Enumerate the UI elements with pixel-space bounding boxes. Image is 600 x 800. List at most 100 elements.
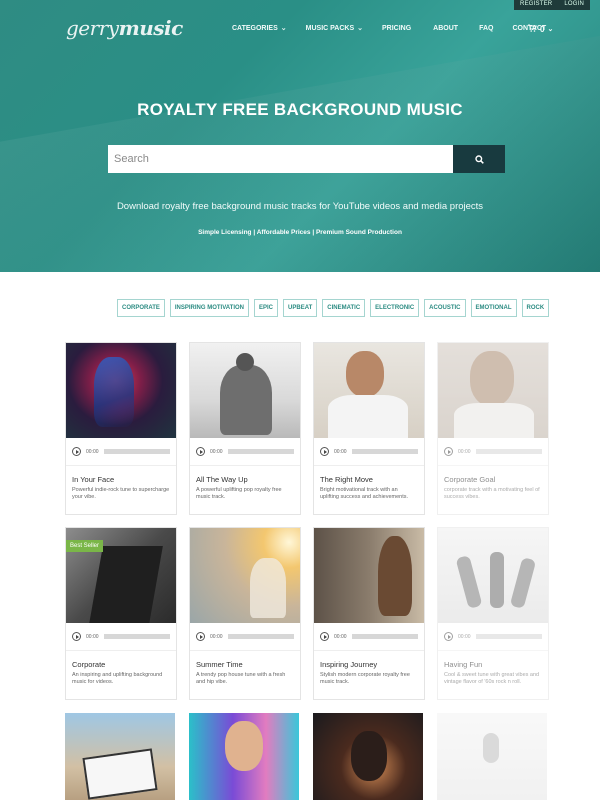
track-description: A powerful uplifting pop royalty free mu… (196, 487, 282, 501)
audio-player: 00:00 (190, 438, 300, 466)
progress-bar[interactable] (351, 634, 418, 639)
play-icon[interactable] (320, 632, 329, 641)
track-card[interactable] (65, 713, 177, 800)
search-bar (108, 145, 505, 173)
track-image[interactable] (66, 343, 176, 438)
track-card[interactable] (313, 713, 425, 800)
hero-banner: REGISTER LOGIN gerrymusic CATEGORIES ⌄ M… (0, 0, 600, 272)
track-image[interactable] (438, 528, 548, 623)
track-description: Stylish modern corporate royalty free mu… (320, 672, 410, 686)
track-title[interactable]: All The Way Up (196, 475, 294, 484)
nav-pricing-label: PRICING (382, 24, 412, 32)
cart-count: 0 (540, 24, 545, 34)
track-title[interactable]: The Right Move (320, 475, 418, 484)
search-button[interactable] (453, 145, 505, 173)
track-description: A trendy pop house tune with a fresh and… (196, 672, 286, 686)
track-image[interactable] (189, 713, 299, 800)
track-card[interactable]: 00:00 The Right Move Bright motivational… (313, 342, 425, 515)
genre-cinematic[interactable]: CINEMATIC (322, 299, 366, 317)
audio-player: 00:00 (66, 623, 176, 651)
main-nav: CATEGORIES ⌄ MUSIC PACKS ⌄ PRICING ABOUT… (232, 24, 565, 33)
track-card[interactable] (189, 713, 301, 800)
track-time: 00:00 (458, 448, 471, 455)
track-image[interactable] (438, 343, 548, 438)
progress-bar[interactable] (475, 634, 542, 639)
audio-player: 00:00 (438, 438, 548, 466)
track-image[interactable] (313, 713, 423, 800)
hero-tagline: Simple Licensing | Affordable Prices | P… (198, 229, 402, 236)
play-icon[interactable] (320, 447, 329, 456)
nav-pricing[interactable]: PRICING (382, 24, 411, 32)
track-title[interactable]: Summer Time (196, 660, 294, 669)
play-icon[interactable] (72, 447, 81, 456)
site-logo[interactable]: gerrymusic (66, 16, 183, 40)
progress-bar[interactable] (227, 634, 294, 639)
track-card[interactable]: 00:00 Inspiring Journey Stylish modern c… (313, 527, 425, 700)
track-time: 00:00 (86, 633, 99, 640)
genre-electronic[interactable]: ELECTRONIC (370, 299, 420, 317)
play-icon[interactable] (444, 447, 453, 456)
genre-upbeat[interactable]: UPBEAT (283, 299, 318, 317)
track-card[interactable]: 00:00 All The Way Up A powerful upliftin… (189, 342, 301, 515)
track-description: An inspiring and uplifting background mu… (72, 672, 163, 686)
track-image[interactable] (437, 713, 547, 800)
track-card[interactable]: 00:00 In Your Face Powerful indie-rock t… (65, 342, 177, 515)
nav-categories[interactable]: CATEGORIES ⌄ (232, 24, 287, 33)
track-title[interactable]: Inspiring Journey (320, 660, 418, 669)
track-time: 00:00 (86, 448, 99, 455)
best-seller-badge: Best Seller (66, 540, 104, 552)
chevron-down-icon: ⌄ (547, 26, 554, 33)
track-card[interactable]: 00:00 Having Fun Cool & sweet tune with … (437, 527, 549, 700)
search-icon (474, 152, 484, 167)
nav-about[interactable]: ABOUT (433, 24, 458, 32)
track-description: Bright motivational track with an uplift… (320, 487, 409, 501)
track-description: Powerful indie-rock tune to supercharge … (72, 487, 170, 501)
nav-music-packs-label: MUSIC PACKS (305, 24, 355, 32)
nav-faq-label: FAQ (479, 24, 494, 32)
nav-music-packs[interactable]: MUSIC PACKS ⌄ (305, 24, 363, 33)
play-icon[interactable] (196, 447, 205, 456)
play-icon[interactable] (196, 632, 205, 641)
track-title[interactable]: Having Fun (444, 660, 542, 669)
nav-faq[interactable]: FAQ (479, 24, 493, 32)
register-link[interactable]: REGISTER (514, 0, 559, 10)
track-card[interactable] (437, 713, 549, 800)
genre-emotional[interactable]: EMOTIONAL (470, 299, 517, 317)
genre-inspiring-motivation[interactable]: INSPIRING MOTIVATION (169, 299, 250, 317)
track-image[interactable] (190, 343, 300, 438)
login-link[interactable]: LOGIN (558, 0, 590, 10)
track-image[interactable] (314, 343, 424, 438)
track-image[interactable] (190, 528, 300, 623)
track-title[interactable]: Corporate (72, 660, 170, 669)
track-title[interactable]: In Your Face (72, 475, 170, 484)
genre-filters: CORPORATE INSPIRING MOTIVATION EPIC UPBE… (117, 299, 550, 317)
track-time: 00:00 (210, 448, 223, 455)
track-image[interactable] (65, 713, 175, 800)
track-image[interactable]: Best Seller (66, 528, 176, 623)
account-bar: REGISTER LOGIN (514, 0, 590, 10)
nav-categories-label: CATEGORIES (232, 24, 278, 32)
track-description: corporate track with a motivating feel o… (444, 487, 540, 501)
logo-text-music: music (118, 16, 184, 40)
progress-bar[interactable] (475, 449, 542, 454)
track-card[interactable]: 00:00 Summer Time A trendy pop house tun… (189, 527, 301, 700)
progress-bar[interactable] (103, 634, 170, 639)
track-title[interactable]: Corporate Goal (444, 475, 542, 484)
genre-corporate[interactable]: CORPORATE (117, 299, 165, 317)
track-card[interactable]: 00:00 Corporate Goal corporate track wit… (437, 342, 549, 515)
play-icon[interactable] (444, 632, 453, 641)
genre-epic[interactable]: EPIC (254, 299, 279, 317)
play-icon[interactable] (72, 632, 81, 641)
genre-acoustic[interactable]: ACOUSTIC (424, 299, 466, 317)
audio-player: 00:00 (438, 623, 548, 651)
progress-bar[interactable] (227, 449, 294, 454)
search-input[interactable] (108, 145, 453, 173)
progress-bar[interactable] (351, 449, 418, 454)
nav-about-label: ABOUT (433, 24, 459, 32)
progress-bar[interactable] (103, 449, 170, 454)
track-image[interactable] (314, 528, 424, 623)
hero-subtitle: Download royalty free background music t… (116, 201, 484, 212)
cart-button[interactable]: 0 ⌄ (528, 24, 553, 34)
track-card[interactable]: Best Seller 00:00 Corporate An inspiring… (65, 527, 177, 700)
genre-rock[interactable]: ROCK (521, 299, 550, 317)
